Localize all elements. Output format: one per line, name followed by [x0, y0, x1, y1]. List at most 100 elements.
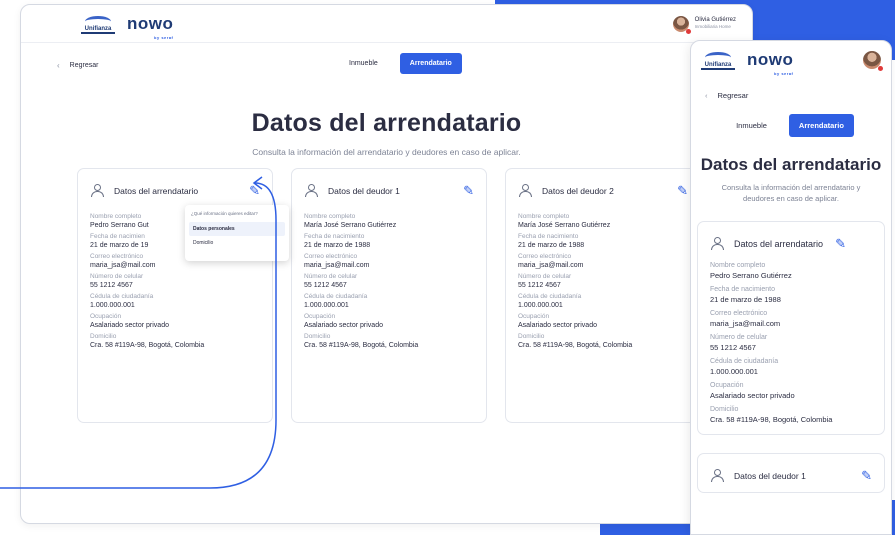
nowo-logo[interactable]: nowo by seraf [127, 14, 173, 40]
field-label: Cédula de ciudadanía [518, 293, 582, 300]
field-value: 21 de marzo de 1988 [710, 294, 781, 304]
field-value: Asalariado sector privado [304, 322, 383, 329]
field-label: Nombre completo [304, 213, 356, 220]
field-label: Domicilio [518, 333, 545, 340]
field-value: 1.000.000.001 [710, 366, 758, 376]
card-deudor-2: Datos del deudor 2 ✎ Nombre completo Mar… [505, 168, 701, 423]
field-value: maria_jsa@mail.com [90, 262, 156, 269]
pencil-icon[interactable]: ✎ [835, 236, 846, 252]
tabs: Inmueble Arrendatario [691, 114, 891, 137]
field-label: Domicilio [304, 333, 331, 340]
card-title: Datos del arrendatario [114, 186, 199, 196]
dropdown-item-domicilio[interactable]: Domicilio [189, 236, 285, 250]
unifianza-logo[interactable]: Unifianza [81, 14, 115, 34]
field-label: Domicilio [710, 405, 739, 413]
person-icon [90, 184, 104, 198]
field-label: Correo electrónico [710, 309, 768, 317]
tab-inmueble[interactable]: Inmueble [728, 115, 775, 136]
field-label: Cédula de ciudadanía [90, 293, 154, 300]
pencil-icon[interactable]: ✎ [249, 183, 260, 199]
field-value: Cra. 58 #119A-98, Bogotá, Colombia [90, 342, 205, 349]
nowo-logo[interactable]: nowo by seraf [747, 50, 793, 76]
desktop-window: Unifianza nowo by seraf Olivia Gutiérrez … [20, 4, 753, 524]
page-title: Datos del arrendatario [700, 155, 882, 174]
field-label: Ocupación [518, 313, 550, 320]
avatar[interactable] [863, 51, 883, 71]
tabs: Inmueble Arrendatario [341, 53, 462, 74]
field-label: Cédula de ciudadanía [304, 293, 368, 300]
field-value: Cra. 58 #119A-98, Bogotá, Colombia [304, 342, 419, 349]
field-label: Fecha de nacimiento [710, 285, 775, 293]
field-value: Cra. 58 #119A-98, Bogotá, Colombia [518, 342, 633, 349]
field-value: 1.000.000.001 [90, 302, 135, 309]
card-deudor-1: Datos del deudor 1 ✎ Nombre completo Mar… [291, 168, 487, 423]
card-title: Datos del deudor 2 [542, 186, 614, 196]
edit-dropdown: ¿Qué información quieres editar? Datos p… [185, 205, 289, 261]
field-value: maria_jsa@mail.com [710, 318, 781, 328]
field-value: 1.000.000.001 [518, 302, 563, 309]
field-label: Domicilio [90, 333, 117, 340]
dropdown-header: ¿Qué información quieres editar? [191, 211, 258, 216]
page-subtitle: Consulta la información del arrendatario… [721, 183, 861, 203]
field-value: 55 1212 4567 [90, 282, 133, 289]
back-link[interactable]: ‹ Regresar [691, 79, 891, 100]
person-icon [710, 236, 724, 251]
field-value: 21 de marzo de 1988 [304, 242, 371, 249]
field-value: 21 de marzo de 1988 [518, 242, 585, 249]
brand-logos: Unifianza nowo by seraf [81, 14, 173, 40]
tab-arrendatario[interactable]: Arrendatario [399, 53, 462, 74]
chevron-left-icon: ‹ [705, 91, 708, 100]
field-label: Número de celular [518, 273, 572, 280]
field-label: Cédula de ciudadanía [710, 357, 779, 365]
unifianza-logo[interactable]: Unifianza [701, 50, 735, 70]
card-title: Datos del deudor 1 [328, 186, 400, 196]
page-title: Datos del arrendatario [251, 109, 522, 137]
pencil-icon[interactable]: ✎ [861, 468, 872, 484]
user-name: Olivia Gutiérrez [694, 17, 736, 24]
field-value: María José Serrano Gutiérrez [518, 222, 611, 229]
app-header: Unifianza nowo by seraf Olivia Gutiérrez … [21, 5, 752, 43]
field-value: Pedro Serrano Gutiérrez [710, 270, 792, 280]
field-value: Cra. 58 #119A-98, Bogotá, Colombia [710, 414, 833, 424]
back-link[interactable]: ‹ Regresar [57, 61, 98, 70]
field-value: 55 1212 4567 [304, 282, 347, 289]
dropdown-item-personal[interactable]: Datos personales [189, 222, 285, 236]
field-label: Ocupación [710, 381, 744, 389]
avatar [672, 15, 691, 34]
field-value: Asalariado sector privado [518, 322, 597, 329]
card-title: Datos del deudor 1 [734, 470, 806, 481]
field-label: Ocupación [90, 313, 122, 320]
field-label: Correo electrónico [304, 253, 358, 260]
field-label: Ocupación [304, 313, 336, 320]
field-value: Asalariado sector privado [710, 390, 795, 400]
field-label: Nombre completo [518, 213, 570, 220]
card-arrendatario: Datos del arrendatario ✎ Nombre completo… [697, 220, 885, 435]
pencil-icon[interactable]: ✎ [463, 183, 474, 199]
mobile-header: Unifianza nowo by seraf [691, 41, 891, 79]
user-menu[interactable]: Olivia Gutiérrez Inmobiliaria Home [672, 15, 736, 34]
field-label: Fecha de nacimiento [304, 233, 365, 240]
person-icon [304, 184, 318, 198]
field-label: Correo electrónico [518, 253, 572, 260]
field-label: Nombre completo [710, 261, 766, 269]
cards-row: Datos del arrendatario ✎ Nombre completo… [77, 168, 701, 423]
field-label: Número de celular [304, 273, 358, 280]
field-label: Fecha de nacimiento [518, 233, 579, 240]
person-icon [518, 184, 532, 198]
mobile-mockup: Unifianza nowo by seraf ‹ Regresar Inmueb… [690, 40, 892, 535]
field-value: Asalariado sector privado [90, 322, 169, 329]
card-title: Datos del arrendatario [734, 238, 824, 249]
chevron-left-icon: ‹ [57, 60, 60, 70]
field-label: Número de celular [90, 273, 144, 280]
field-value: María José Serrano Gutiérrez [304, 222, 397, 229]
person-icon [710, 468, 724, 483]
field-value: 55 1212 4567 [710, 342, 756, 352]
pencil-icon[interactable]: ✎ [677, 183, 688, 199]
subnav: ‹ Regresar Inmueble Arrendatario [21, 43, 752, 87]
field-value: 1.000.000.001 [304, 302, 349, 309]
tab-arrendatario[interactable]: Arrendatario [788, 114, 854, 137]
card-deudor-1: Datos del deudor 1 ✎ [697, 452, 885, 493]
tab-inmueble[interactable]: Inmueble [341, 54, 386, 73]
field-label: Número de celular [710, 333, 768, 341]
field-value: maria_jsa@mail.com [304, 262, 370, 269]
